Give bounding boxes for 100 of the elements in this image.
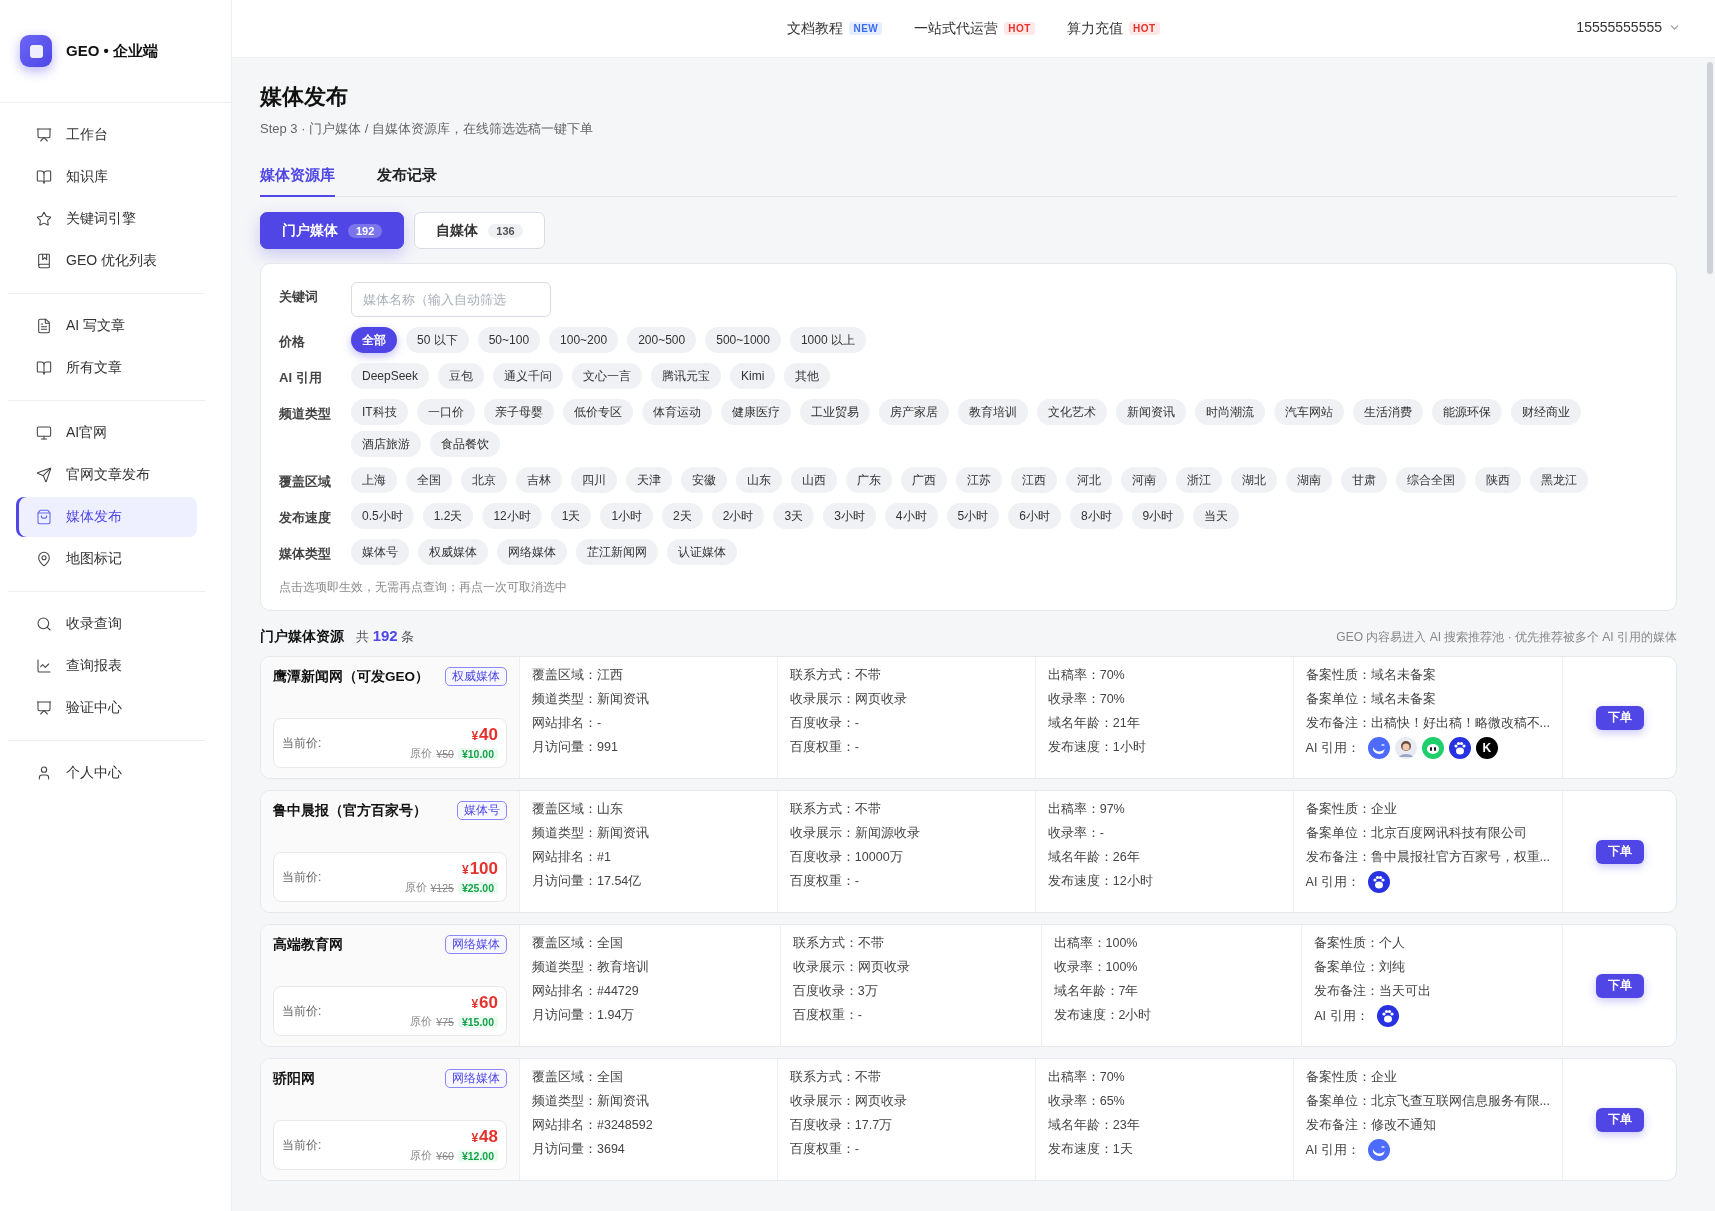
filter-chip[interactable]: 江苏 [956,467,1002,493]
filter-chip[interactable]: 山东 [736,467,782,493]
top-nav-link[interactable]: 一站式代运营 HOT [914,19,1035,38]
filter-chip[interactable]: 0.5小时 [351,503,414,529]
filter-chip[interactable]: 天津 [626,467,672,493]
sidebar-item[interactable]: 所有文章 [16,348,197,388]
filter-chip[interactable]: 河南 [1121,467,1167,493]
filter-chip[interactable]: 湖南 [1286,467,1332,493]
filter-chip[interactable]: 4小时 [884,503,938,529]
tab[interactable]: 媒体资源库 [260,166,335,197]
filter-chip[interactable]: 财经商业 [1510,399,1581,425]
filter-chip[interactable]: 新闻资讯 [1115,399,1186,425]
filter-chip[interactable]: 江西 [1011,467,1057,493]
sidebar-item[interactable]: 收录查询 [16,604,197,644]
order-button[interactable]: 下单 [1595,973,1644,998]
filter-chip[interactable]: 河北 [1066,467,1112,493]
filter-chip[interactable]: DeepSeek [351,363,430,389]
account-menu[interactable]: 15555555555 [1570,18,1687,36]
filter-chip[interactable]: 湖北 [1231,467,1277,493]
filter-chip[interactable]: 9小时 [1131,503,1185,529]
filter-chip[interactable]: 山西 [791,467,837,493]
filter-chip[interactable]: 广东 [846,467,892,493]
filter-chip[interactable]: 亲子母婴 [483,399,554,425]
filter-chip[interactable]: 2小时 [711,503,765,529]
sidebar-item[interactable]: AI 写文章 [16,306,197,346]
filter-chip[interactable]: 其他 [784,363,831,389]
filter-chip[interactable]: 酒店旅游 [351,431,421,457]
sidebar-item[interactable]: 工作台 [16,115,197,155]
filter-chip[interactable]: 6小时 [1008,503,1061,529]
sidebar-item[interactable]: 关键词引擎 [16,199,197,239]
filter-chip[interactable]: 8小时 [1069,503,1123,529]
filter-chip[interactable]: 媒体号 [351,539,409,565]
filter-chip[interactable]: 12小时 [482,503,542,529]
filter-chip[interactable]: 芷江新闻网 [576,539,658,565]
filter-chip[interactable]: 1天 [550,503,592,529]
filter-chip[interactable]: 汽车网站 [1273,399,1344,425]
filter-chip[interactable]: 一口价 [416,399,475,425]
filter-chip[interactable]: 200~500 [627,327,697,353]
filter-chip[interactable]: 1000 以上 [789,327,866,353]
filter-chip[interactable]: 全国 [406,467,452,493]
filter-chip[interactable]: 网络媒体 [497,539,567,565]
tab[interactable]: 发布记录 [377,166,437,197]
filter-chip[interactable]: 3小时 [823,503,876,529]
sidebar-item[interactable]: 知识库 [16,157,197,197]
sidebar-item[interactable]: AI官网 [16,413,197,453]
sidebar-item[interactable]: 地图标记 [16,539,197,579]
sidebar-item[interactable]: 查询报表 [16,646,197,686]
order-button[interactable]: 下单 [1595,839,1644,864]
filter-chip[interactable]: 50~100 [477,327,541,353]
filter-chip[interactable]: 全部 [351,327,397,353]
sidebar-item[interactable]: 验证中心 [16,688,197,728]
filter-chip[interactable]: 健康医疗 [720,399,791,425]
filter-chip[interactable]: 500~1000 [705,327,781,353]
top-nav-link[interactable]: 算力充值 HOT [1066,19,1160,38]
filter-chip[interactable]: 豆包 [438,363,485,389]
filter-chip[interactable]: 2天 [662,503,703,529]
sidebar-item[interactable]: 官网文章发布 [16,455,197,495]
filter-chip[interactable]: 低价专区 [562,399,633,425]
filter-chip[interactable]: 权威媒体 [418,539,488,565]
filter-chip[interactable]: 甘肃 [1341,467,1387,493]
filter-chip[interactable]: 100~200 [549,327,619,353]
filter-chip[interactable]: 综合全国 [1396,467,1466,493]
scrollbar-thumb[interactable] [1707,62,1713,274]
sidebar-item[interactable]: 媒体发布 [16,497,197,537]
filter-chip[interactable]: 教育培训 [957,399,1028,425]
filter-chip[interactable]: Kimi [730,363,776,389]
filter-chip[interactable]: 1小时 [600,503,654,529]
filter-chip[interactable]: 5小时 [946,503,1000,529]
top-nav-link[interactable]: 文档教程 NEW [787,19,883,38]
filter-chip[interactable]: 当天 [1193,503,1240,529]
keyword-input[interactable]: 媒体名称（输入自动筛选 [351,282,551,317]
filter-chip[interactable]: 能源环保 [1431,399,1502,425]
filter-chip[interactable]: 上海 [351,467,397,493]
filter-chip[interactable]: 体育运动 [641,399,712,425]
filter-chip[interactable]: 3天 [773,503,815,529]
filter-chip[interactable]: 50 以下 [406,327,469,353]
filter-chip[interactable]: 广西 [901,467,947,493]
order-button[interactable]: 下单 [1595,1107,1644,1132]
order-button[interactable]: 下单 [1595,705,1644,730]
filter-chip[interactable]: 文心一言 [572,363,643,389]
filter-chip[interactable]: 1.2天 [422,503,474,529]
filter-chip[interactable]: 生活消费 [1352,399,1423,425]
filter-chip[interactable]: 认证媒体 [667,539,737,565]
filter-chip[interactable]: 工业贸易 [799,399,870,425]
filter-chip[interactable]: IT科技 [351,399,408,425]
filter-chip[interactable]: 安徽 [681,467,727,493]
filter-chip[interactable]: 浙江 [1176,467,1222,493]
filter-chip[interactable]: 北京 [461,467,507,493]
filter-chip[interactable]: 四川 [571,467,617,493]
filter-chip[interactable]: 食品餐饮 [430,431,500,457]
segment-button[interactable]: 自媒体 136 [414,212,545,249]
filter-chip[interactable]: 房产家居 [878,399,949,425]
filter-chip[interactable]: 陕西 [1475,467,1521,493]
sidebar-item[interactable]: GEO 优化列表 [16,241,197,281]
segment-button[interactable]: 门户媒体 192 [260,212,405,249]
filter-chip[interactable]: 黑龙江 [1530,467,1588,493]
filter-chip[interactable]: 通义千问 [493,363,564,389]
filter-chip[interactable]: 时尚潮流 [1194,399,1265,425]
filter-chip[interactable]: 腾讯元宝 [651,363,722,389]
filter-chip[interactable]: 文化艺术 [1036,399,1107,425]
